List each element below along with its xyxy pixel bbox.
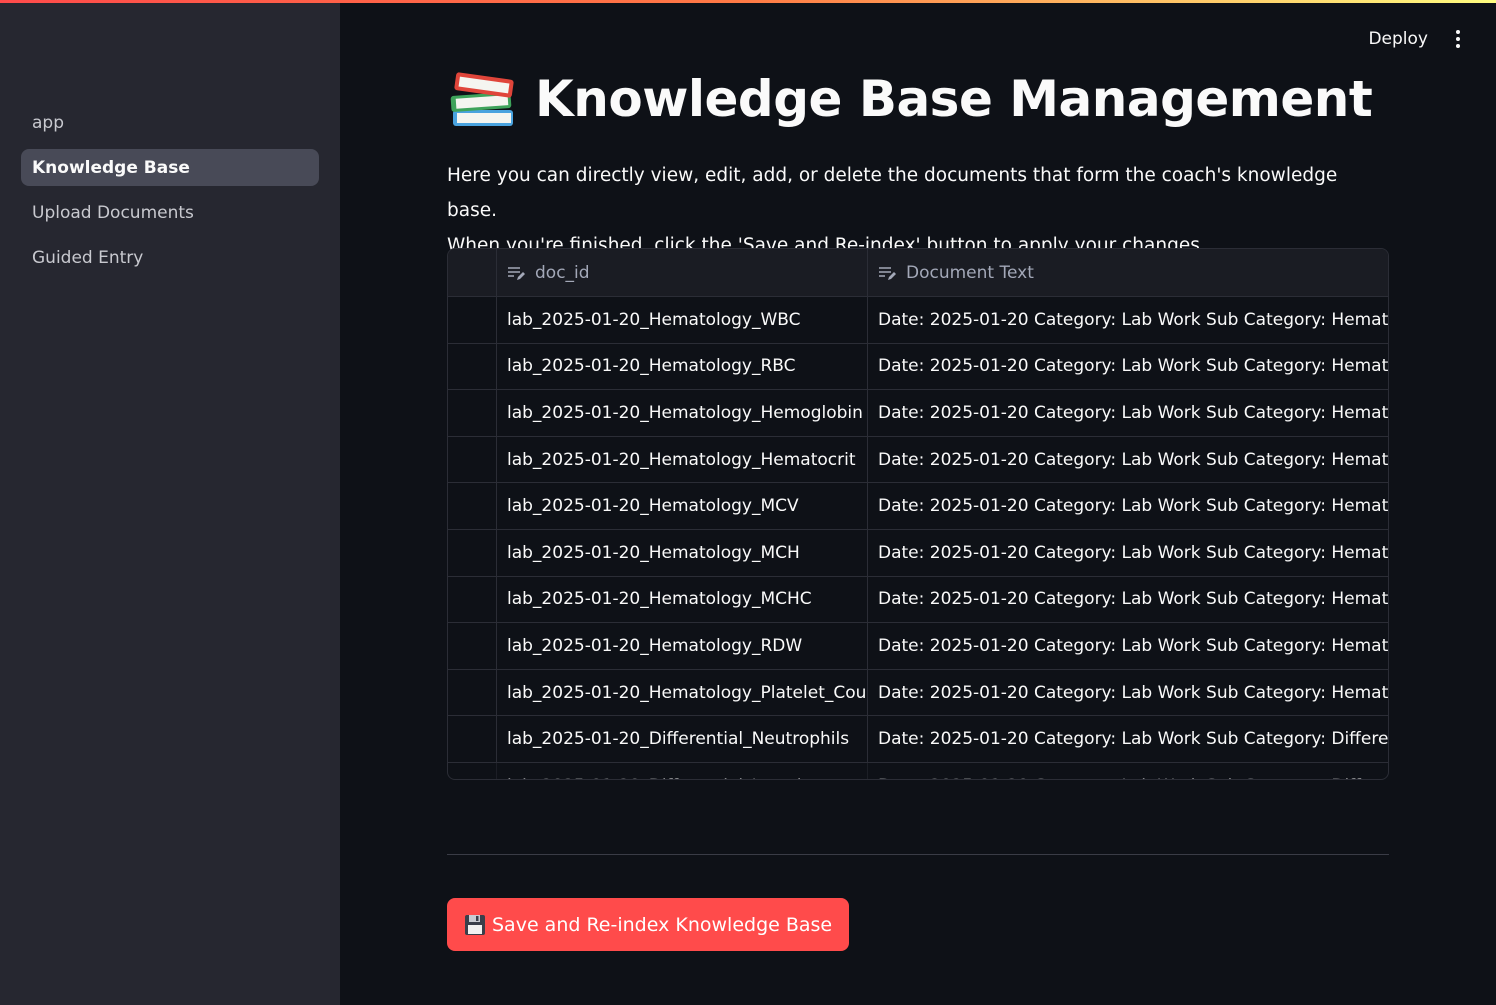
sidebar-item-guided-entry[interactable]: Guided Entry: [21, 239, 319, 276]
deploy-button[interactable]: Deploy: [1368, 29, 1428, 49]
table-row[interactable]: lab_2025-01-20_Hematology_Hematocrit Date…: [448, 436, 1388, 484]
page-title: Knowledge Base Management: [447, 66, 1373, 132]
column-header-doc-id[interactable]: doc_id: [497, 249, 868, 296]
table-row[interactable]: lab_2025-01-20_Differential_LymphocytesD…: [448, 762, 1388, 779]
sidebar-item-knowledge-base[interactable]: Knowledge Base: [21, 149, 319, 186]
row-index-cell[interactable]: [448, 297, 497, 343]
divider: [447, 854, 1389, 855]
doc-id-cell[interactable]: lab_2025-01-20_Hematology_WBC: [497, 297, 868, 343]
doc-id-cell[interactable]: lab_2025-01-20_Differential_Neutrophils: [497, 716, 868, 762]
row-index-cell[interactable]: [448, 623, 497, 669]
edit-text-icon: [879, 266, 896, 280]
row-index-cell[interactable]: [448, 669, 497, 716]
document-text-cell[interactable]: Date: 2025-01-20 Category: Lab Work Sub …: [868, 530, 1388, 576]
row-index-cell[interactable]: [448, 390, 497, 436]
row-index-cell[interactable]: [448, 762, 497, 779]
doc-id-cell[interactable]: lab_2025-01-20_Differential_Lymphocytes: [497, 762, 868, 779]
table-row[interactable]: lab_2025-01-20_Differential_Neutrophils D…: [448, 716, 1388, 763]
document-text-cell[interactable]: Date: 2025-01-20 Category: Lab Work Sub …: [868, 716, 1388, 762]
row-index-cell[interactable]: [448, 529, 497, 576]
doc-id-cell[interactable]: lab_2025-01-20_Hematology_Hematocrit: [497, 436, 868, 483]
column-header-label: Document Text: [906, 262, 1034, 283]
sidebar-nav: app Knowledge Base Upload Documents Guid…: [21, 104, 319, 284]
save-button-label: Save and Re-index Knowledge Base: [492, 913, 833, 936]
column-header-label: doc_id: [535, 262, 590, 283]
books-icon: [450, 72, 514, 126]
row-index-cell[interactable]: [448, 576, 497, 623]
document-text-cell[interactable]: Date: 2025-01-20 Category: Lab Work Sub …: [868, 670, 1388, 716]
doc-id-cell[interactable]: lab_2025-01-20_Hematology_RDW: [497, 623, 868, 669]
document-text-cell[interactable]: Date: 2025-01-20 Category: Lab Work Sub …: [868, 344, 1388, 390]
doc-id-cell[interactable]: lab_2025-01-20_Hematology_Hemoglobin: [497, 390, 868, 436]
edit-text-icon: [508, 266, 525, 280]
table-row[interactable]: lab_2025-01-20_Hematology_MCH Date: 2025-…: [448, 529, 1388, 577]
header-actions: Deploy: [1368, 24, 1466, 54]
column-header-document-text[interactable]: Document Text: [868, 249, 1388, 296]
document-text-cell[interactable]: Date: 2025-01-20 Category: Lab Work Sub …: [868, 763, 1388, 779]
table-row[interactable]: lab_2025-01-20_Hematology_MCHC Date: 2025…: [448, 576, 1388, 624]
save-and-reindex-button[interactable]: Save and Re-index Knowledge Base: [447, 898, 850, 951]
index-header-cell: [448, 249, 497, 296]
document-text-cell[interactable]: Date: 2025-01-20 Category: Lab Work Sub …: [868, 297, 1388, 343]
sidebar: app Knowledge Base Upload Documents Guid…: [0, 0, 340, 1005]
table-row[interactable]: lab_2025-01-20_Hematology_Hemoglobin Date…: [448, 390, 1388, 437]
document-text-cell[interactable]: Date: 2025-01-20 Category: Lab Work Sub …: [868, 390, 1388, 436]
top-decoration-bar: [0, 0, 1496, 3]
floppy-disk-icon: [465, 914, 485, 935]
page-title-text: Knowledge Base Management: [535, 70, 1373, 128]
sidebar-item-app[interactable]: app: [21, 104, 319, 141]
intro-line-1: Here you can directly view, edit, add, o…: [447, 165, 1338, 221]
more-menu-icon[interactable]: [1450, 24, 1466, 54]
row-index-cell[interactable]: [448, 436, 497, 483]
table-row[interactable]: lab_2025-01-20_Hematology_MCV Date: 2025-…: [448, 483, 1388, 530]
document-text-cell[interactable]: Date: 2025-01-20 Category: Lab Work Sub …: [868, 577, 1388, 623]
doc-id-cell[interactable]: lab_2025-01-20_Hematology_MCHC: [497, 576, 868, 623]
doc-id-cell[interactable]: lab_2025-01-20_Hematology_RBC: [497, 343, 868, 390]
doc-id-cell[interactable]: lab_2025-01-20_Hematology_MCV: [497, 483, 868, 529]
sidebar-item-upload-documents[interactable]: Upload Documents: [21, 194, 319, 231]
document-text-cell[interactable]: Date: 2025-01-20 Category: Lab Work Sub …: [868, 623, 1388, 669]
doc-id-cell[interactable]: lab_2025-01-20_Hematology_MCH: [497, 529, 868, 576]
table-row[interactable]: lab_2025-01-20_Hematology_RBC Date: 2025-…: [448, 343, 1388, 391]
row-index-cell[interactable]: [448, 716, 497, 762]
row-index-cell[interactable]: [448, 483, 497, 529]
document-text-cell[interactable]: Date: 2025-01-20 Category: Lab Work Sub …: [868, 437, 1388, 483]
row-index-cell[interactable]: [448, 343, 497, 390]
document-text-cell[interactable]: Date: 2025-01-20 Category: Lab Work Sub …: [868, 483, 1388, 529]
table-row[interactable]: lab_2025-01-20_Hematology_RDW Date: 2025-…: [448, 623, 1388, 670]
doc-id-cell[interactable]: lab_2025-01-20_Hematology_Platelet_Count: [497, 669, 868, 716]
table-row[interactable]: lab_2025-01-20_Hematology_WBC Date: 2025-…: [448, 297, 1388, 344]
data-editor-table[interactable]: doc_id Document Text lab_2025-01-20_Hema…: [447, 248, 1389, 780]
table-row[interactable]: lab_2025-01-20_Hematology_Platelet_Count…: [448, 669, 1388, 717]
table-header: doc_id Document Text: [448, 249, 1388, 297]
